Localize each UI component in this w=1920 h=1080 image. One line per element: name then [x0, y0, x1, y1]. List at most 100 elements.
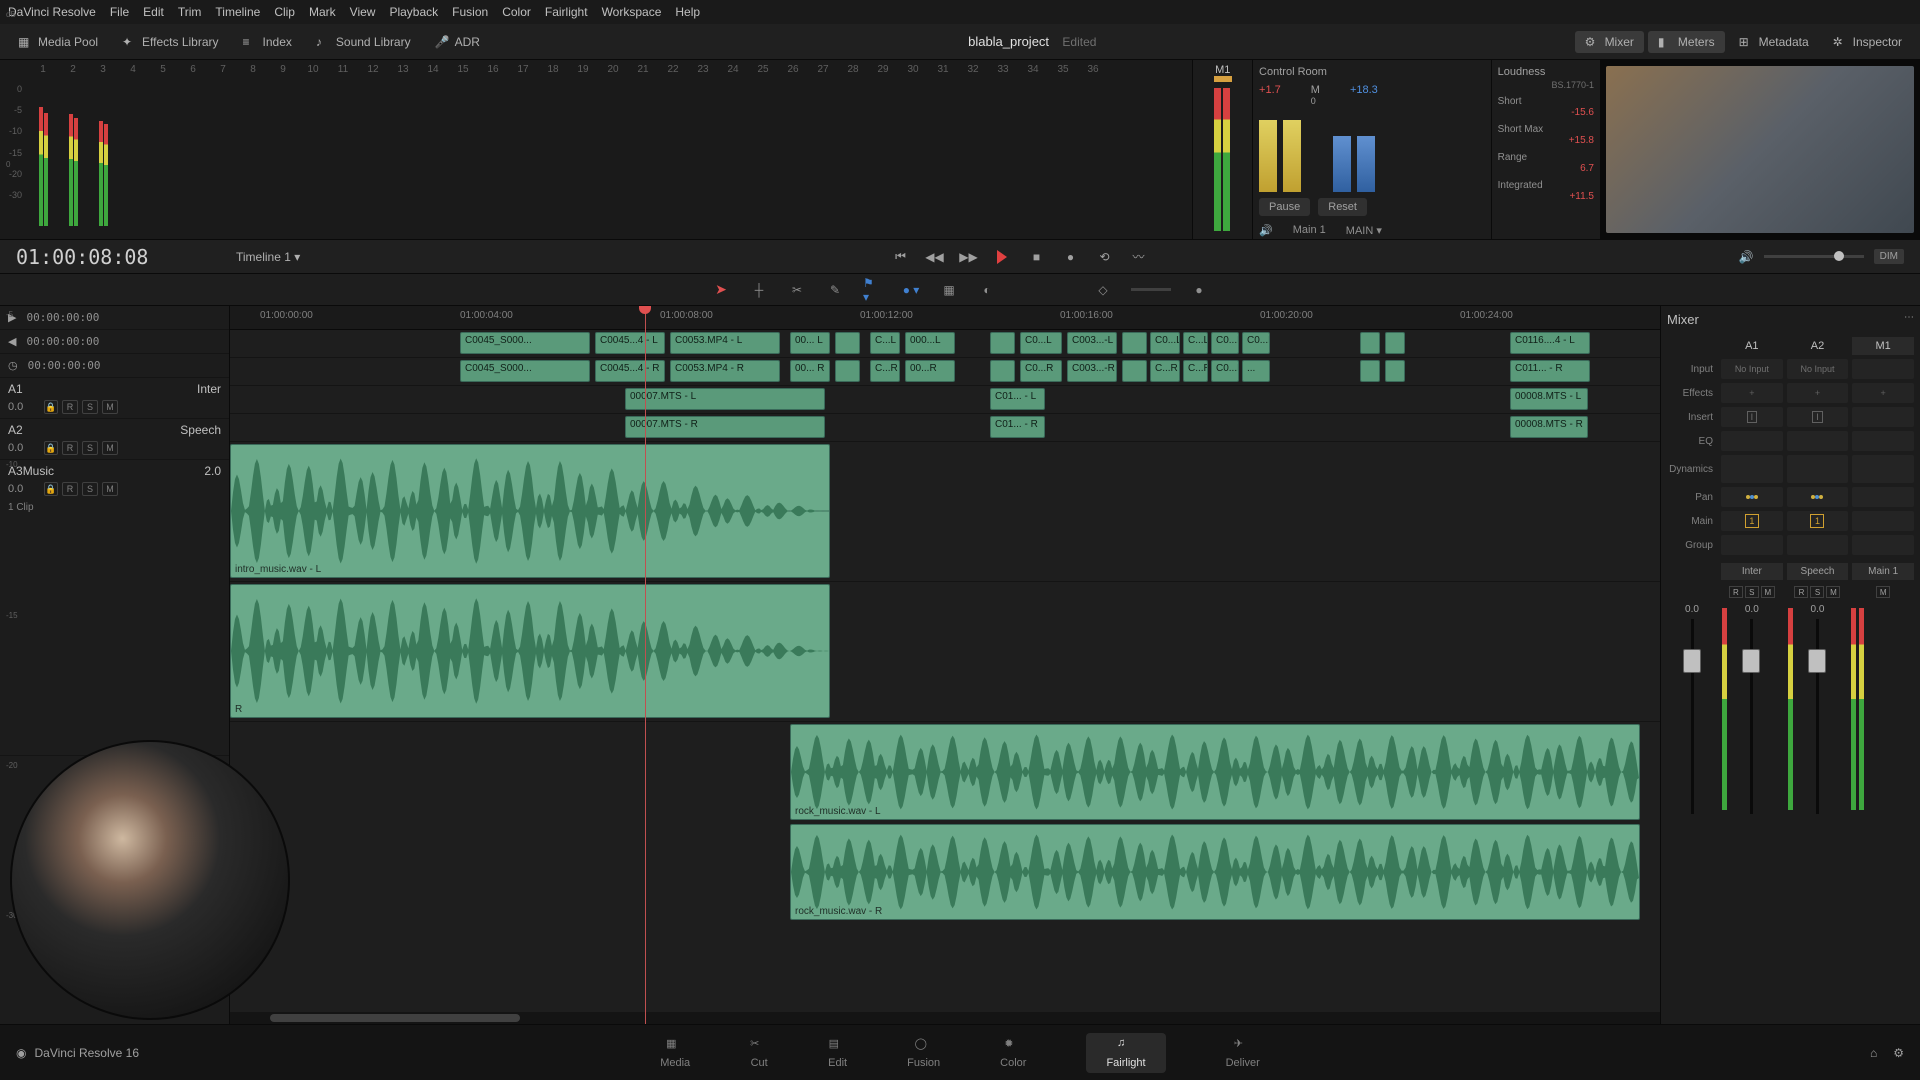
zoom-in-icon[interactable]: ●: [1189, 280, 1209, 300]
audio-clip[interactable]: 00... R: [790, 360, 830, 382]
menu-file[interactable]: File: [110, 5, 129, 19]
track-a1-right[interactable]: C0045_S000...C0045...4 - RC0053.MP4 - R0…: [230, 358, 1660, 386]
mixer-dyn-a1[interactable]: [1721, 455, 1783, 483]
timeline-dropdown[interactable]: Timeline 1 ▾: [236, 250, 300, 264]
menu-playback[interactable]: Playback: [389, 5, 438, 19]
audio-clip[interactable]: [1360, 360, 1380, 382]
audio-clip[interactable]: C0045_S000...: [460, 332, 590, 354]
audio-clip[interactable]: C...R: [870, 360, 900, 382]
track-a3-intro-left[interactable]: intro_music.wav - L: [230, 442, 1660, 582]
menu-color[interactable]: Color: [502, 5, 531, 19]
audio-clip[interactable]: C0...R: [1211, 360, 1239, 382]
mixer-pan-a2[interactable]: [1787, 487, 1849, 507]
mixer-head-a1[interactable]: A1: [1721, 337, 1783, 355]
menu-help[interactable]: Help: [675, 5, 700, 19]
audio-clip[interactable]: 00008.MTS - L: [1510, 388, 1588, 410]
audio-clip[interactable]: C01... - R: [990, 416, 1045, 438]
inspector-button[interactable]: ✲Inspector: [1823, 31, 1912, 53]
main-dropdown[interactable]: MAIN ▾: [1346, 224, 1382, 237]
audio-clip[interactable]: C...R: [1183, 360, 1208, 382]
menu-clip[interactable]: Clip: [274, 5, 295, 19]
track-a3-rock-right[interactable]: rock_music.wav - R: [230, 822, 1660, 922]
audio-clip[interactable]: 00007.MTS - L: [625, 388, 825, 410]
mixer-r-a1[interactable]: R: [1729, 586, 1743, 598]
menu-fusion[interactable]: Fusion: [452, 5, 488, 19]
lock-icon[interactable]: 🔒: [44, 441, 58, 455]
range-tool[interactable]: ┼: [749, 280, 769, 300]
mixer-group-m1[interactable]: [1852, 535, 1914, 555]
mixer-effects-a1[interactable]: +: [1721, 383, 1783, 403]
lock-icon[interactable]: 🔒: [44, 400, 58, 414]
mixer-insert-m1[interactable]: [1852, 407, 1914, 427]
track-header-a2[interactable]: A2Speech 0.0 🔒 R S M: [0, 419, 229, 460]
arm-button[interactable]: R: [62, 400, 78, 414]
audio-clip[interactable]: [835, 360, 860, 382]
track-a1-left[interactable]: C0045_S000...C0045...4 - LC0053.MP4 - L0…: [230, 330, 1660, 358]
nav-fusion[interactable]: ◯Fusion: [907, 1037, 940, 1069]
menu-timeline[interactable]: Timeline: [215, 5, 260, 19]
audio-clip[interactable]: C01... - L: [990, 388, 1045, 410]
play-button[interactable]: [992, 247, 1012, 267]
main1-dropdown[interactable]: Main 1: [1293, 224, 1326, 237]
reset-button[interactable]: Reset: [1318, 198, 1367, 216]
timecode-display[interactable]: 01:00:08:08: [16, 245, 216, 269]
mixer-input-m1[interactable]: [1852, 359, 1914, 379]
mixer-eq-a2[interactable]: [1787, 431, 1849, 451]
metadata-button[interactable]: ⊞Metadata: [1729, 31, 1819, 53]
mixer-group-a1[interactable]: [1721, 535, 1783, 555]
mixer-dyn-m1[interactable]: [1852, 455, 1914, 483]
rewind-button[interactable]: ⏮: [890, 247, 910, 267]
effects-library-button[interactable]: ✦Effects Library: [112, 31, 228, 53]
track-header-a3[interactable]: A3Music2.0 0.0 🔒 R S M 1 Clip: [0, 460, 229, 756]
audio-clip[interactable]: C0...L: [1242, 332, 1270, 354]
prev-button[interactable]: ◀◀: [924, 247, 944, 267]
meters-button[interactable]: ▮Meters: [1648, 31, 1725, 53]
automation-icon[interactable]: 〰: [1128, 247, 1148, 267]
audio-clip[interactable]: ...: [1242, 360, 1270, 382]
nav-media[interactable]: ▦Media: [660, 1037, 690, 1069]
audio-clip[interactable]: [990, 360, 1015, 382]
playhead[interactable]: [645, 306, 646, 1024]
timeline-ruler[interactable]: 01:00:00:0001:00:04:0001:00:08:0001:00:1…: [230, 306, 1660, 330]
lock-icon[interactable]: 🔒: [44, 482, 58, 496]
nav-cut[interactable]: ✂Cut: [750, 1037, 768, 1069]
audio-clip[interactable]: 00008.MTS - R: [1510, 416, 1588, 438]
track-a2-right[interactable]: 00007.MTS - RC01... - R00008.MTS - R: [230, 414, 1660, 442]
dim-button[interactable]: DIM: [1874, 249, 1904, 264]
mixer-head-a2[interactable]: A2: [1787, 337, 1849, 355]
nav-fairlight[interactable]: ♫Fairlight: [1086, 1033, 1165, 1073]
arm-button[interactable]: R: [62, 441, 78, 455]
audio-clip[interactable]: C...L: [870, 332, 900, 354]
fader-m1[interactable]: 0.0: [1787, 604, 1849, 814]
index-button[interactable]: ≡Index: [233, 31, 302, 53]
video-preview[interactable]: [1600, 60, 1920, 239]
audio-clip[interactable]: [1385, 332, 1405, 354]
audio-clip[interactable]: 000...L: [905, 332, 955, 354]
menu-mark[interactable]: Mark: [309, 5, 336, 19]
audio-clip[interactable]: C...L: [1183, 332, 1208, 354]
mixer-head-m1[interactable]: M1: [1852, 337, 1914, 355]
solo-button[interactable]: S: [82, 441, 98, 455]
settings-icon[interactable]: ⚙: [1893, 1046, 1904, 1060]
audio-clip[interactable]: C0053.MP4 - L: [670, 332, 780, 354]
pause-button[interactable]: Pause: [1259, 198, 1310, 216]
menu-workspace[interactable]: Workspace: [602, 5, 662, 19]
flag-tool[interactable]: ⚑ ▾: [863, 280, 883, 300]
mixer-m-a1[interactable]: M: [1761, 586, 1775, 598]
mixer-menu-icon[interactable]: ⋯: [1904, 312, 1914, 337]
audio-clip[interactable]: [990, 332, 1015, 354]
track-a3-rock-left[interactable]: rock_music.wav - L: [230, 722, 1660, 822]
fader-a1[interactable]: 0.0: [1667, 604, 1717, 814]
audio-clip[interactable]: C003...-R: [1067, 360, 1117, 382]
mixer-main-m1[interactable]: [1852, 511, 1914, 531]
mixer-m-m1[interactable]: M: [1876, 586, 1890, 598]
mixer-insert-a2[interactable]: I: [1787, 407, 1849, 427]
audio-clip[interactable]: C011... - R: [1510, 360, 1590, 382]
record-button[interactable]: ●: [1060, 247, 1080, 267]
mute-button[interactable]: M: [102, 441, 118, 455]
mixer-dyn-a2[interactable]: [1787, 455, 1849, 483]
mute-button[interactable]: M: [102, 482, 118, 496]
mixer-main-a2[interactable]: 1: [1787, 511, 1849, 531]
volume-slider[interactable]: [1764, 255, 1864, 258]
pencil-tool[interactable]: ✎: [825, 280, 845, 300]
